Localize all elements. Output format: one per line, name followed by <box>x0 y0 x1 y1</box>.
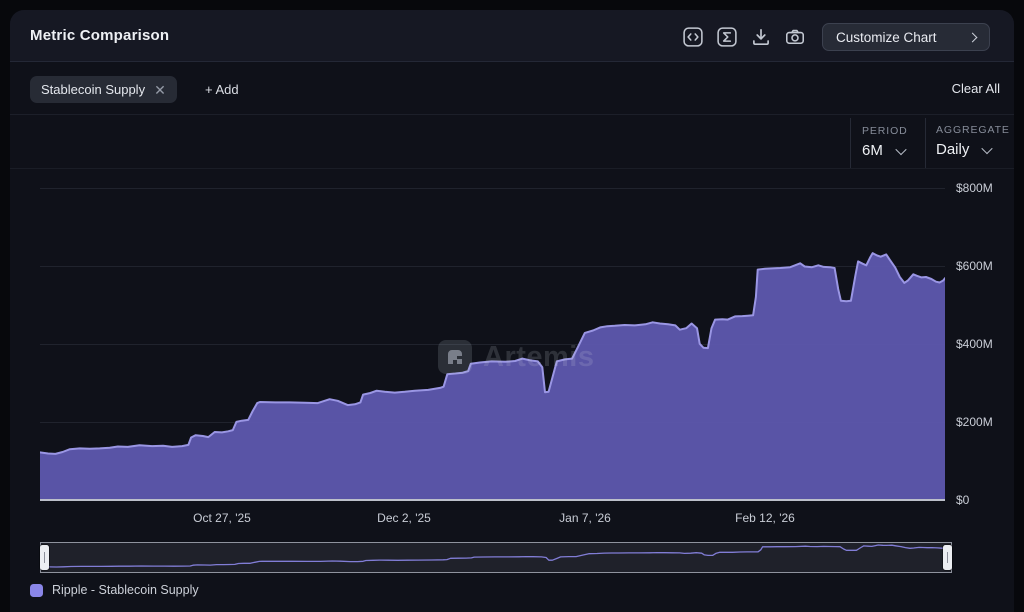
sparkline <box>41 545 951 567</box>
timeline-brush-sparkline <box>41 543 951 572</box>
chevron-right-icon <box>968 32 978 42</box>
metric-chip-label: Stablecoin Supply <box>41 82 145 97</box>
legend: Ripple - Stablecoin Supply <box>30 583 199 597</box>
divider <box>10 114 1014 115</box>
download-icon[interactable] <box>751 27 771 47</box>
page-title: Metric Comparison <box>30 27 169 44</box>
area-fill <box>40 253 945 500</box>
divider <box>850 118 851 168</box>
x-tick-label: Jan 7, '26 <box>559 510 611 526</box>
period-value: 6M <box>862 142 883 159</box>
chevron-down-icon <box>982 142 993 153</box>
x-tick-label: Feb 12, '26 <box>735 510 795 526</box>
period-dropdown[interactable]: PERIOD 6M <box>862 125 908 159</box>
formula-sigma-icon[interactable] <box>717 27 737 47</box>
x-tick-label: Oct 27, '25 <box>193 510 251 526</box>
camera-snapshot-icon[interactable] <box>785 27 805 47</box>
customize-chart-label: Customize Chart <box>836 30 937 45</box>
aggregate-dropdown[interactable]: AGGREGATE Daily <box>936 124 1010 158</box>
metric-comparison-widget: Metric Comparison <box>0 0 1024 612</box>
y-tick-label: $200M <box>956 414 1008 430</box>
x-axis-baseline <box>40 499 945 501</box>
remove-metric-icon[interactable]: ✕ <box>154 83 166 97</box>
metric-chip-stablecoin-supply[interactable]: Stablecoin Supply ✕ <box>30 76 177 103</box>
clear-all-button[interactable]: Clear All <box>932 81 1000 96</box>
chart-panel: Metric Comparison <box>10 10 1014 612</box>
y-tick-label: $800M <box>956 180 1008 196</box>
period-label: PERIOD <box>862 125 908 137</box>
y-tick-label: $0 <box>956 492 1008 508</box>
aggregate-label: AGGREGATE <box>936 124 1010 136</box>
add-metric-button[interactable]: + Add <box>205 82 239 97</box>
x-tick-label: Dec 2, '25 <box>377 510 431 526</box>
brush-handle-right[interactable] <box>943 545 952 570</box>
divider <box>925 118 926 168</box>
legend-label: Ripple - Stablecoin Supply <box>52 583 199 597</box>
stablecoin-supply-area-chart[interactable] <box>40 170 945 502</box>
customize-chart-button[interactable]: Customize Chart <box>822 23 990 51</box>
aggregate-value: Daily <box>936 141 969 158</box>
y-tick-label: $600M <box>956 258 1008 274</box>
brush-handle-left[interactable] <box>40 545 49 570</box>
divider <box>10 168 1014 169</box>
legend-swatch <box>30 584 43 597</box>
embed-code-icon[interactable] <box>683 27 703 47</box>
y-tick-label: $400M <box>956 336 1008 352</box>
chevron-down-icon <box>895 143 906 154</box>
